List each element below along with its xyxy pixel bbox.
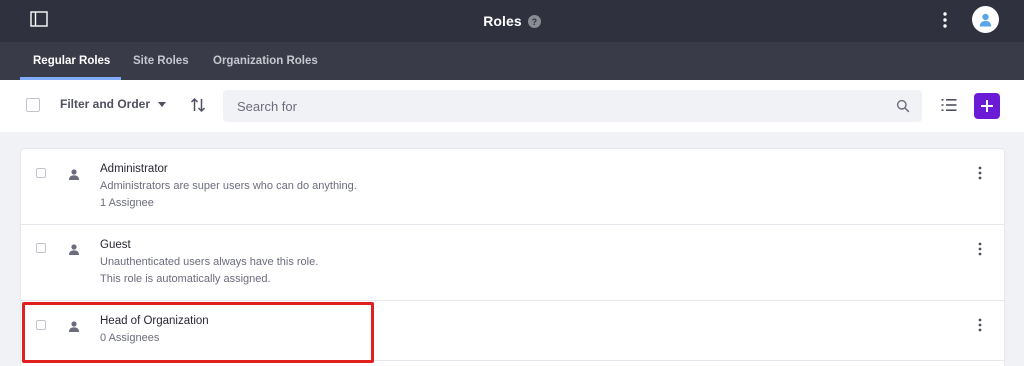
list-item: Guest Unauthenticated users always have … [21, 225, 1004, 301]
add-role-button[interactable] [974, 93, 1000, 119]
user-icon [69, 169, 79, 180]
page-title-group: Roles ? [0, 0, 1024, 42]
roles-list: Administrator Administrators are super u… [20, 148, 1005, 366]
role-auto-assigned-note: This role is automatically assigned. [100, 273, 271, 285]
role-assignees: 0 Assignees [100, 332, 160, 344]
row-checkbox[interactable] [36, 320, 46, 330]
search-input[interactable] [237, 98, 877, 114]
row-actions-kebab-icon[interactable] [977, 318, 983, 332]
top-bar: Roles ? [0, 0, 1024, 42]
row-actions-kebab-icon[interactable] [977, 242, 983, 256]
tab-regular-roles[interactable]: Regular Roles [33, 42, 110, 80]
role-description: Administrators are super users who can d… [100, 180, 357, 192]
row-actions-kebab-icon[interactable] [977, 166, 983, 180]
user-icon [69, 244, 79, 255]
tab-site-roles[interactable]: Site Roles [133, 42, 189, 80]
role-name[interactable]: Head of Organization [100, 313, 209, 330]
role-name[interactable]: Guest [100, 237, 318, 254]
options-kebab-icon[interactable] [939, 11, 951, 29]
user-icon [979, 13, 992, 26]
role-description: Unauthenticated users always have this r… [100, 256, 319, 268]
list-view-icon[interactable] [941, 98, 957, 112]
caret-down-icon [158, 101, 167, 107]
list-item: Administrator Administrators are super u… [21, 149, 1004, 225]
list-item: Head of Organization 0 Assignees [21, 301, 1004, 361]
role-assignees: 1 Assignee [100, 197, 154, 209]
select-all-checkbox[interactable] [26, 98, 40, 112]
plus-icon [981, 100, 993, 112]
role-info: Head of Organization 0 Assignees [100, 313, 209, 347]
user-avatar[interactable] [972, 6, 999, 33]
row-checkbox[interactable] [36, 243, 46, 253]
user-icon [69, 321, 79, 332]
help-icon[interactable]: ? [527, 15, 541, 28]
filter-and-order-dropdown[interactable]: Filter and Order [60, 97, 167, 111]
filter-and-order-label: Filter and Order [60, 97, 151, 111]
search-icon[interactable] [896, 99, 910, 113]
page-title: Roles [483, 13, 522, 29]
search-bar [223, 90, 922, 122]
sort-icon[interactable] [190, 97, 206, 113]
navigation-tabs: Regular Roles Site Roles Organization Ro… [0, 42, 1024, 80]
role-name[interactable]: Administrator [100, 161, 357, 178]
role-info: Guest Unauthenticated users always have … [100, 237, 318, 288]
row-checkbox[interactable] [36, 168, 46, 178]
role-info: Administrator Administrators are super u… [100, 161, 357, 212]
tab-organization-roles[interactable]: Organization Roles [213, 42, 318, 80]
